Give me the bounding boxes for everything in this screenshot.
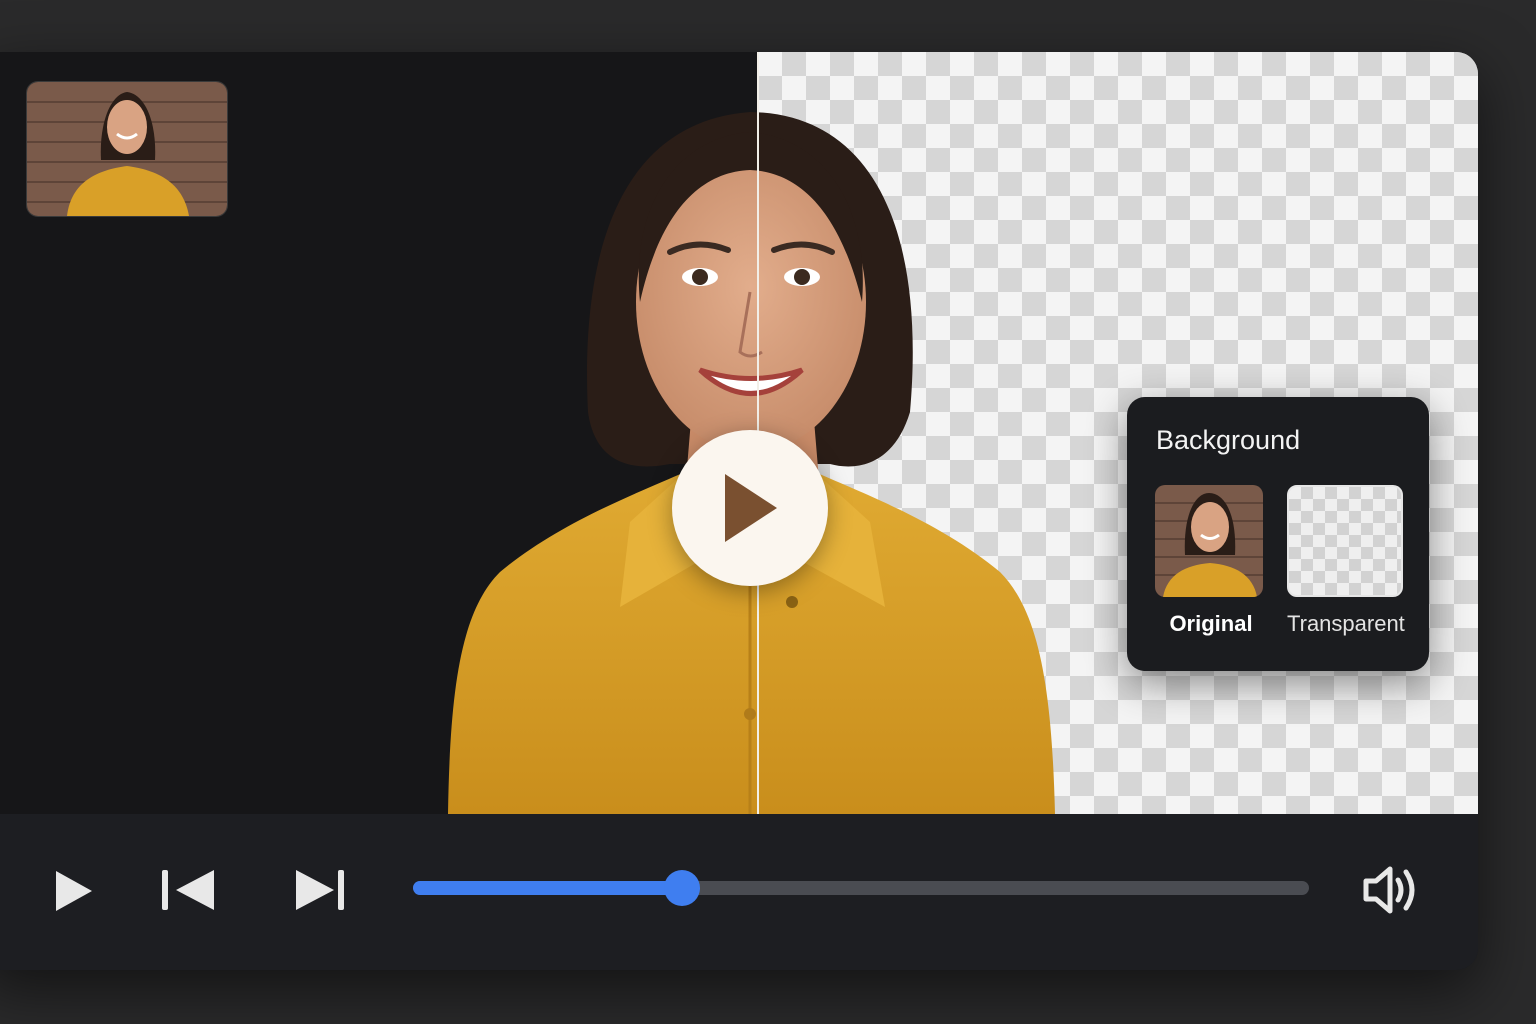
volume-button[interactable] xyxy=(1362,864,1424,921)
person-thumbnail-image xyxy=(1155,485,1263,597)
play-button[interactable] xyxy=(52,868,96,919)
progress-fill xyxy=(413,881,682,895)
center-play-button[interactable] xyxy=(672,430,828,586)
background-option-label: Transparent xyxy=(1287,611,1405,636)
volume-icon xyxy=(1363,866,1415,914)
original-video-thumbnail[interactable] xyxy=(26,81,228,217)
person-thumbnail-image xyxy=(27,82,227,216)
next-button[interactable] xyxy=(292,868,352,917)
skip-next-icon xyxy=(296,870,344,910)
background-options-panel: Background Original Transparent xyxy=(1127,397,1429,671)
background-option-label: Original xyxy=(1169,611,1253,636)
background-option-original[interactable]: Original xyxy=(1155,485,1267,637)
background-panel-title: Background xyxy=(1156,425,1301,455)
progress-bar[interactable] xyxy=(413,870,1309,906)
progress-handle[interactable] xyxy=(663,870,700,906)
transparent-background-thumbnail xyxy=(1287,485,1403,597)
background-option-transparent[interactable]: Transparent xyxy=(1287,485,1405,637)
original-background-thumbnail xyxy=(1155,485,1263,597)
video-stage[interactable]: Background Original Transparent xyxy=(0,52,1478,814)
play-icon xyxy=(56,871,92,911)
playback-controls xyxy=(0,814,1478,970)
play-icon xyxy=(725,474,777,542)
previous-button[interactable] xyxy=(160,868,220,917)
video-player: Background Original Transparent xyxy=(0,52,1478,970)
skip-previous-icon xyxy=(162,870,214,910)
